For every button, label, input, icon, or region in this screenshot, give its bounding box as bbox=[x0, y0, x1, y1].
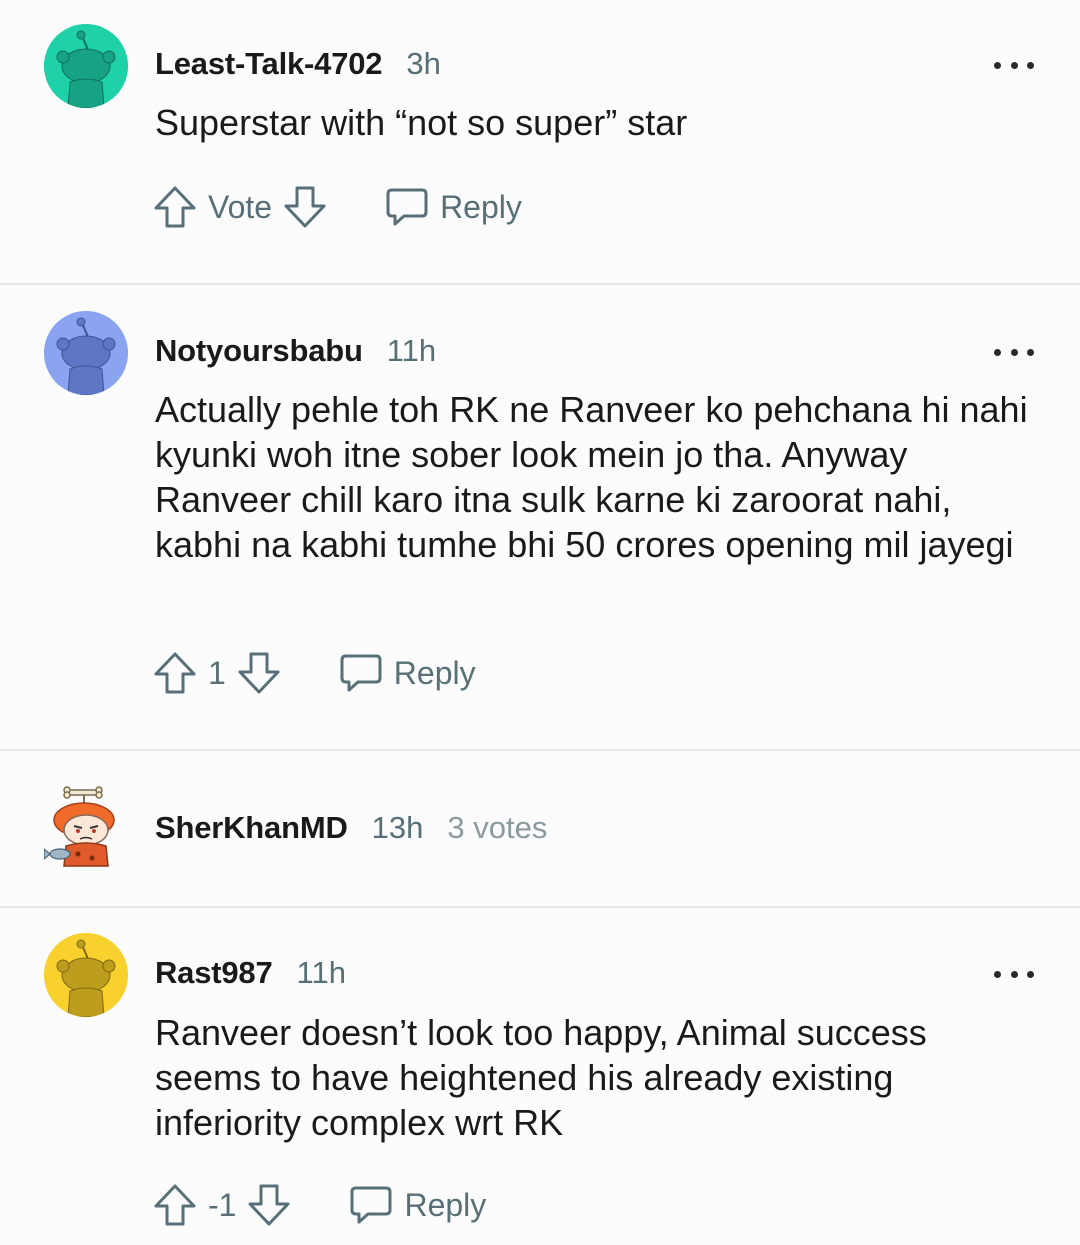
avatar[interactable] bbox=[44, 311, 128, 395]
timestamp: 3h bbox=[406, 46, 441, 81]
comment-meta: Notyoursbabu 11h bbox=[155, 333, 436, 369]
timestamp: 11h bbox=[386, 333, 437, 368]
vote-count: -1 bbox=[208, 1186, 237, 1223]
avatar[interactable] bbox=[44, 933, 128, 1017]
upvote-arrow-icon[interactable] bbox=[152, 650, 198, 696]
timestamp: 11h bbox=[296, 955, 346, 990]
comment-meta: SherKhanMD 13h 3 votes bbox=[155, 810, 547, 846]
comment-meta: Rast987 11h bbox=[155, 955, 346, 991]
upvote-arrow-icon[interactable] bbox=[152, 1182, 198, 1228]
more-options-icon[interactable] bbox=[994, 58, 1034, 72]
reply-label: Reply bbox=[404, 1186, 487, 1223]
more-options-icon[interactable] bbox=[994, 345, 1034, 359]
comment-actions: -1 Reply bbox=[152, 1180, 486, 1230]
vote-count: Vote bbox=[208, 188, 273, 225]
divider bbox=[0, 749, 1080, 751]
reply-label: Reply bbox=[440, 188, 522, 225]
divider bbox=[0, 283, 1080, 285]
more-options-icon[interactable] bbox=[994, 967, 1034, 981]
comment-body: Actually pehle toh RK ne Ranveer ko pehc… bbox=[155, 389, 1028, 565]
snoo-avatar-icon bbox=[44, 24, 128, 108]
comment-actions: Vote Reply bbox=[152, 182, 522, 232]
username[interactable]: Rast987 bbox=[155, 955, 273, 991]
avatar[interactable] bbox=[44, 786, 128, 870]
vote-control: 1 bbox=[152, 650, 282, 696]
username[interactable]: Notyoursbabu bbox=[155, 333, 363, 369]
downvote-arrow-icon[interactable] bbox=[246, 1182, 292, 1228]
reply-button[interactable]: Reply bbox=[348, 1182, 486, 1228]
downvote-arrow-icon[interactable] bbox=[236, 650, 282, 696]
vote-count: 3 votes bbox=[447, 810, 548, 845]
caveman-avatar-icon bbox=[44, 786, 115, 867]
downvote-arrow-icon[interactable] bbox=[282, 184, 328, 230]
comment-body: Ranveer doesn’t look too happy, Animal s… bbox=[155, 1012, 927, 1143]
reply-label: Reply bbox=[393, 654, 476, 691]
vote-control: -1 bbox=[152, 1182, 292, 1228]
reply-button[interactable]: Reply bbox=[384, 184, 522, 230]
comment-actions: 1 Reply bbox=[152, 648, 476, 698]
speech-bubble-icon bbox=[340, 654, 382, 692]
vote-count: 1 bbox=[208, 654, 226, 691]
speech-bubble-icon bbox=[386, 188, 428, 226]
speech-bubble-icon bbox=[350, 1186, 392, 1224]
comment-body: Superstar with “not so super” star bbox=[155, 102, 688, 143]
avatar[interactable] bbox=[44, 24, 128, 108]
timestamp: 13h bbox=[371, 810, 424, 845]
snoo-avatar-icon bbox=[44, 933, 128, 1017]
username[interactable]: Least-Talk-4702 bbox=[155, 46, 383, 82]
vote-control: Vote bbox=[152, 184, 328, 230]
comment-thread: Least-Talk-4702 3h Superstar with “not s… bbox=[0, 0, 1080, 1245]
username[interactable]: SherKhanMD bbox=[155, 810, 348, 846]
comment-meta: Least-Talk-4702 3h bbox=[155, 46, 441, 82]
divider bbox=[0, 906, 1080, 908]
snoo-avatar-icon bbox=[44, 311, 128, 395]
reply-button[interactable]: Reply bbox=[338, 650, 476, 696]
upvote-arrow-icon[interactable] bbox=[152, 184, 198, 230]
